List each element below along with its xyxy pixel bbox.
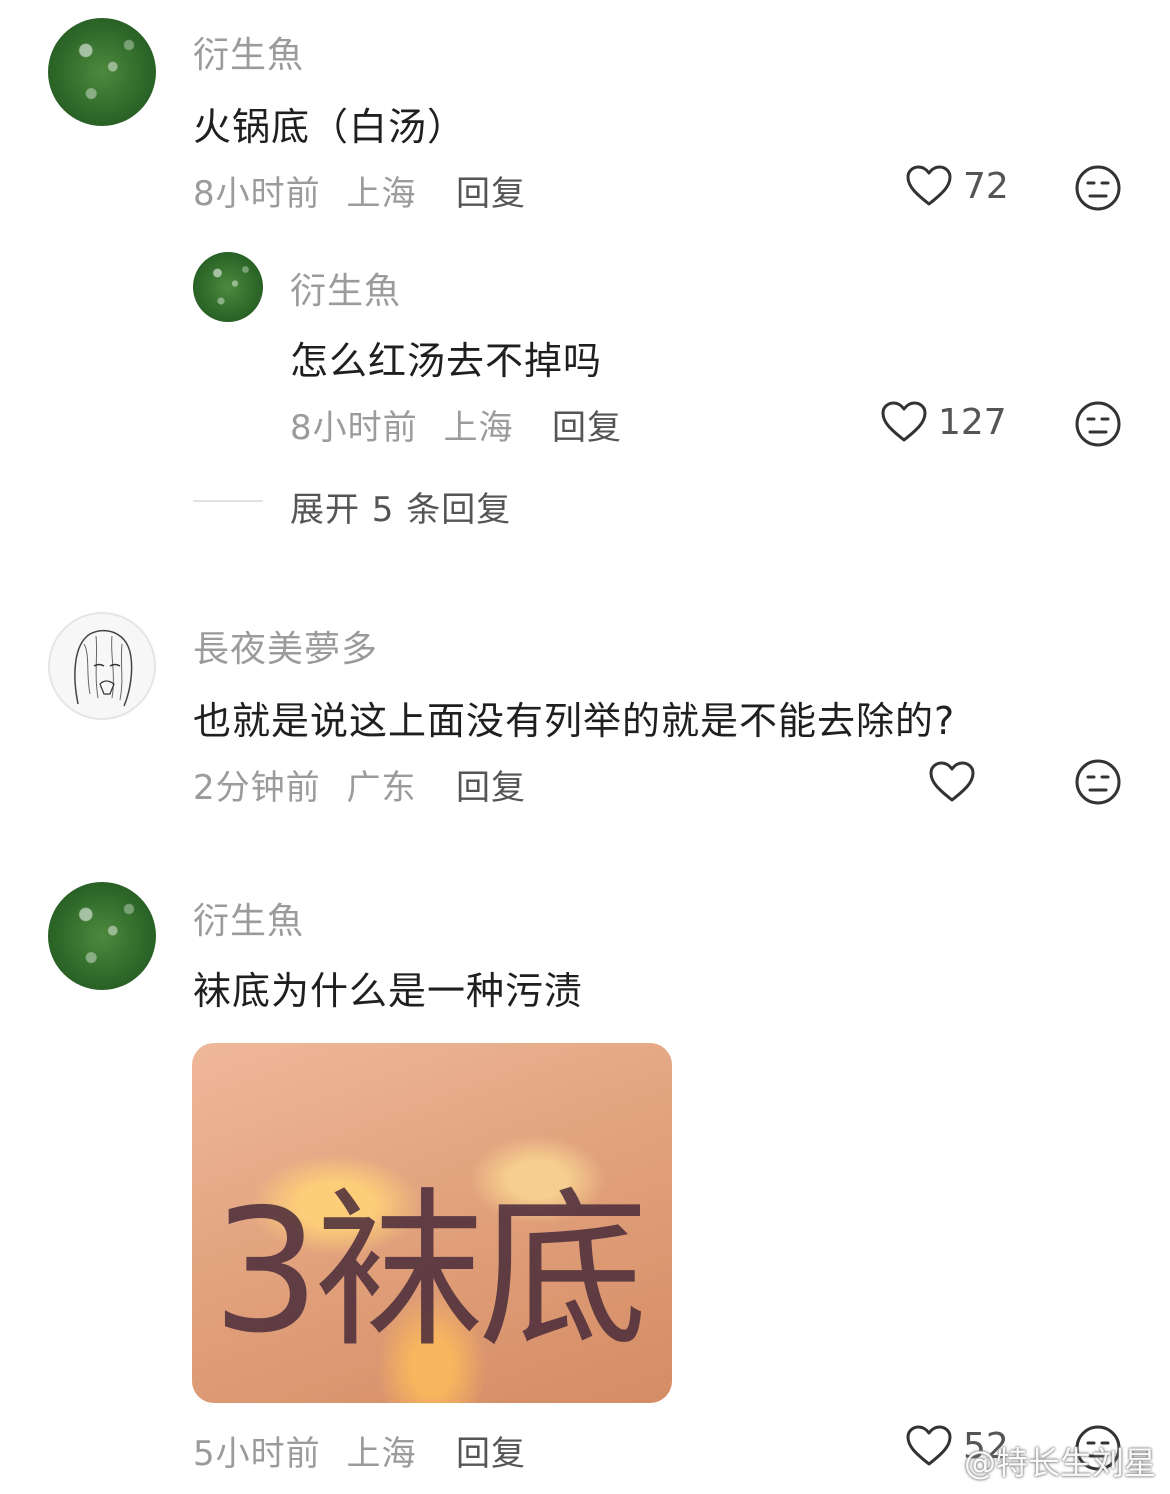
- comment-text: 袜底为什么是一种污渍: [193, 969, 584, 1013]
- comment-text: 怎么红汤去不掉吗: [290, 339, 603, 383]
- image-text: 3袜底: [212, 1173, 648, 1371]
- like-button[interactable]: [928, 760, 976, 804]
- like-button[interactable]: 72: [905, 164, 1009, 208]
- expand-replies-button[interactable]: 展开 5 条回复: [290, 482, 511, 531]
- comment-time: 8小时前 上海: [290, 400, 513, 449]
- dislike-button[interactable]: [1074, 164, 1122, 216]
- neutral-face-icon: [1075, 759, 1121, 805]
- location: 上海: [443, 408, 514, 448]
- heart-icon: [929, 761, 975, 802]
- comment-time: 2分钟前 广东: [193, 760, 416, 809]
- comment-image[interactable]: 3袜底: [192, 1043, 672, 1403]
- like-button[interactable]: 127: [880, 400, 1007, 444]
- like-count: 127: [938, 401, 1007, 443]
- reply-button[interactable]: 回复: [456, 166, 526, 215]
- avatar[interactable]: [48, 612, 156, 720]
- time-ago: 5小时前: [193, 1434, 321, 1474]
- heart-icon: [906, 165, 952, 206]
- avatar[interactable]: [48, 18, 156, 126]
- username[interactable]: 衍生魚: [290, 262, 401, 314]
- comment-text: 火锅底（白汤）: [193, 105, 467, 149]
- username[interactable]: 長夜美夢多: [193, 620, 378, 672]
- reply-button[interactable]: 回复: [552, 400, 622, 449]
- comment-time: 5小时前 上海: [193, 1426, 416, 1475]
- comment-text: 也就是说这上面没有列举的就是不能去除的?: [193, 699, 956, 743]
- comment-time: 8小时前 上海: [193, 166, 416, 215]
- heart-icon: [881, 401, 927, 442]
- location: 广东: [346, 768, 417, 808]
- heart-icon: [906, 1425, 952, 1466]
- weibo-watermark: @特长生刘星: [963, 1444, 1156, 1482]
- anime-girl-avatar: [74, 629, 133, 707]
- time-ago: 8小时前: [193, 174, 321, 214]
- time-ago: 2分钟前: [193, 768, 321, 808]
- divider: [193, 500, 263, 502]
- like-count: 72: [963, 165, 1009, 207]
- reply-button[interactable]: 回复: [456, 1426, 526, 1475]
- location: 上海: [346, 174, 417, 214]
- location: 上海: [346, 1434, 417, 1474]
- dislike-button[interactable]: [1074, 758, 1122, 810]
- time-ago: 8小时前: [290, 408, 418, 448]
- username[interactable]: 衍生魚: [193, 892, 304, 944]
- username[interactable]: 衍生魚: [193, 26, 304, 78]
- dislike-button[interactable]: [1074, 400, 1122, 452]
- neutral-face-icon: [1075, 165, 1121, 211]
- avatar[interactable]: [48, 882, 156, 990]
- reply-button[interactable]: 回复: [456, 760, 526, 809]
- avatar[interactable]: [193, 252, 263, 322]
- neutral-face-icon: [1075, 401, 1121, 447]
